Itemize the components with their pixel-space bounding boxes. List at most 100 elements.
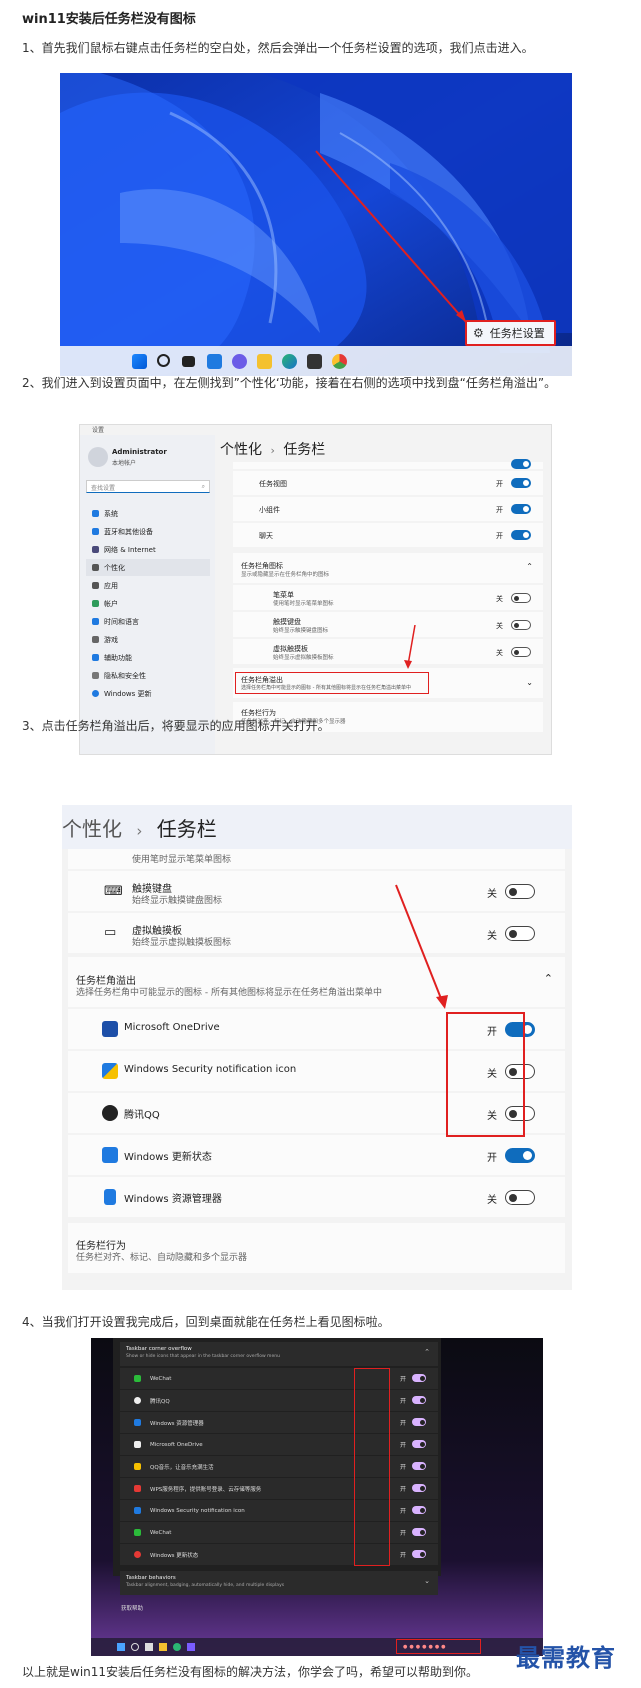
row-subtitle: 始终显示触摸键盘图标 — [273, 628, 329, 634]
nav-accounts[interactable]: 帐户 — [86, 595, 210, 612]
settings-search-input[interactable]: 查找设置 ⌕ — [86, 480, 210, 493]
task-view-icon[interactable] — [145, 1643, 153, 1651]
windows-start-icon[interactable] — [132, 354, 147, 369]
taskbar-settings-menu-item[interactable]: ⚙ 任务栏设置 — [465, 320, 556, 346]
row-state: 开 — [399, 1376, 406, 1383]
row-state: 关 — [496, 595, 503, 603]
widgets-toggle[interactable] — [511, 504, 531, 514]
step-2-text: 2、我们进入到设置页面中，在左侧找到”个性化‘功能，接着在右侧的选项中找到盘“任… — [22, 376, 557, 390]
toggle-switch[interactable] — [412, 1396, 426, 1404]
nav-bluetooth[interactable]: 蓝牙和其他设备 — [86, 523, 210, 540]
avatar — [88, 447, 108, 467]
file-explorer-icon[interactable] — [159, 1643, 167, 1651]
section-title: Taskbar corner overflow — [126, 1346, 192, 1352]
row-label: Windows 更新状态 — [124, 1152, 212, 1163]
widgets-icon[interactable] — [207, 354, 222, 369]
search-icon[interactable] — [131, 1643, 139, 1651]
desktop-screenshot: ⚙ 任务栏设置 — [60, 73, 572, 376]
wps-icon — [134, 1485, 141, 1492]
row-subtitle: 使用笔时显示笔菜单图标 — [132, 855, 232, 865]
chat-icon[interactable] — [232, 354, 247, 369]
nav-apps[interactable]: 应用 — [86, 577, 210, 594]
row-label: Windows 资源管理器 — [124, 1194, 222, 1205]
toggle-switch[interactable] — [412, 1440, 426, 1448]
overflow-row: 腾讯QQ 开 — [120, 1390, 438, 1411]
step-1-text: 1、首先我们鼠标右键点击任务栏的空白处，然后会弹出一个任务栏设置的选项，我们点击… — [22, 41, 534, 55]
toggle-switch[interactable] — [412, 1484, 426, 1492]
row-subtitle: 使用笔时显示笔菜单图标 — [273, 601, 334, 607]
update-icon — [102, 1147, 118, 1163]
file-explorer-icon[interactable] — [257, 354, 272, 369]
breadcrumb-parent[interactable]: 个性化 — [62, 817, 122, 841]
overflow-header[interactable]: Taskbar corner overflow Show or hide ico… — [120, 1342, 438, 1366]
row-state: 开 — [399, 1486, 406, 1493]
row-label: 任务视图 — [259, 480, 287, 488]
nav-label: 隐私和安全性 — [104, 671, 146, 680]
gamepad-icon — [92, 636, 99, 643]
toggle-switch[interactable] — [412, 1418, 426, 1426]
toggle-switch[interactable] — [412, 1374, 426, 1382]
wechat-icon — [134, 1529, 141, 1536]
toggle-switch[interactable] — [412, 1550, 426, 1558]
user-name: Administrator — [112, 448, 167, 456]
edge-icon[interactable] — [282, 354, 297, 369]
search-icon[interactable] — [157, 354, 170, 367]
edge-icon[interactable] — [173, 1643, 181, 1651]
windows-update-toggle[interactable] — [505, 1148, 535, 1163]
corner-icons-header[interactable]: 任务栏角图标 显示或隐藏显示在任务栏角中的图标 ⌃ — [233, 553, 543, 583]
chat-toggle[interactable] — [511, 530, 531, 540]
store-icon[interactable] — [307, 354, 322, 369]
nav-label: 系统 — [104, 509, 118, 518]
app-icon[interactable] — [187, 1643, 195, 1651]
taskbar-behaviors-row[interactable]: 任务栏行为 任务栏对齐、标记、自动隐藏和多个显示器 — [68, 1223, 565, 1273]
pen-menu-toggle[interactable] — [511, 593, 531, 603]
explorer-toggle[interactable] — [505, 1190, 535, 1205]
toggle-switch[interactable] — [412, 1462, 426, 1470]
windows-start-icon[interactable] — [117, 1643, 125, 1651]
nav-system[interactable]: 系统 — [86, 505, 210, 522]
taskbar-overflow-row[interactable]: 任务栏角溢出 选择任务栏角中可能显示的图标 - 所有其他图标将显示在任务栏角溢出… — [233, 668, 543, 698]
row-virtual-touchpad: ▭ 虚拟触摸板 始终显示虚拟触摸板图标 关 — [68, 913, 565, 953]
section-subtitle: 显示或隐藏显示在任务栏角中的图标 — [241, 572, 330, 578]
chevron-up-icon: ⌃ — [543, 972, 553, 985]
nav-label: 网络 & Internet — [104, 545, 156, 554]
qq-icon — [102, 1105, 118, 1121]
qq-music-icon — [134, 1463, 141, 1470]
nav-time-language[interactable]: 时间和语言 — [86, 613, 210, 630]
virtual-touchpad-toggle[interactable] — [505, 926, 535, 941]
shield-icon — [92, 672, 99, 679]
toggle-switch[interactable] — [412, 1528, 426, 1536]
nav-gaming[interactable]: 游戏 — [86, 631, 210, 648]
get-help-link[interactable]: 获取帮助 — [121, 1604, 143, 1612]
task-view-icon[interactable] — [182, 356, 195, 367]
explorer-icon — [104, 1189, 116, 1205]
row-state: 开 — [487, 1153, 497, 1164]
security-icon — [134, 1507, 141, 1514]
toggle-switch[interactable] — [412, 1506, 426, 1514]
nav-accessibility[interactable]: 辅助功能 — [86, 649, 210, 666]
row-state: 开 — [496, 532, 503, 540]
nav-privacy[interactable]: 隐私和安全性 — [86, 667, 210, 684]
touch-keyboard-toggle[interactable] — [505, 884, 535, 899]
pen-icon — [92, 564, 99, 571]
touch-keyboard-toggle[interactable] — [511, 620, 531, 630]
chrome-icon[interactable] — [332, 354, 347, 369]
row-label: WeChat — [150, 1529, 172, 1536]
tray-icons[interactable]: ●●●●●●● — [403, 1644, 448, 1650]
taskbar-overflow-header[interactable]: 任务栏角溢出 选择任务栏角中可能显示的图标 - 所有其他图标将显示在任务栏角溢出… — [68, 957, 565, 1007]
section-title: Taskbar behaviors — [126, 1575, 176, 1581]
taskbar-behaviors-row[interactable]: Taskbar behaviors Taskbar alignment, bad… — [120, 1571, 438, 1595]
accounts-icon — [92, 600, 99, 607]
row-state: 关 — [496, 649, 503, 657]
task-view-toggle[interactable] — [511, 478, 531, 488]
row-label: Windows 资源管理器 — [150, 1420, 204, 1427]
breadcrumb-parent[interactable]: 个性化 — [220, 442, 262, 458]
nav-network[interactable]: 网络 & Internet — [86, 541, 210, 558]
nav-windows-update[interactable]: Windows 更新 — [86, 685, 210, 702]
toggle-switch[interactable] — [511, 459, 531, 469]
nav-personalization[interactable]: 个性化 — [86, 559, 210, 576]
row-chat: 聊天 开 — [233, 523, 543, 547]
virtual-touchpad-toggle[interactable] — [511, 647, 531, 657]
onedrive-icon — [134, 1441, 141, 1448]
row-partial — [233, 459, 543, 469]
